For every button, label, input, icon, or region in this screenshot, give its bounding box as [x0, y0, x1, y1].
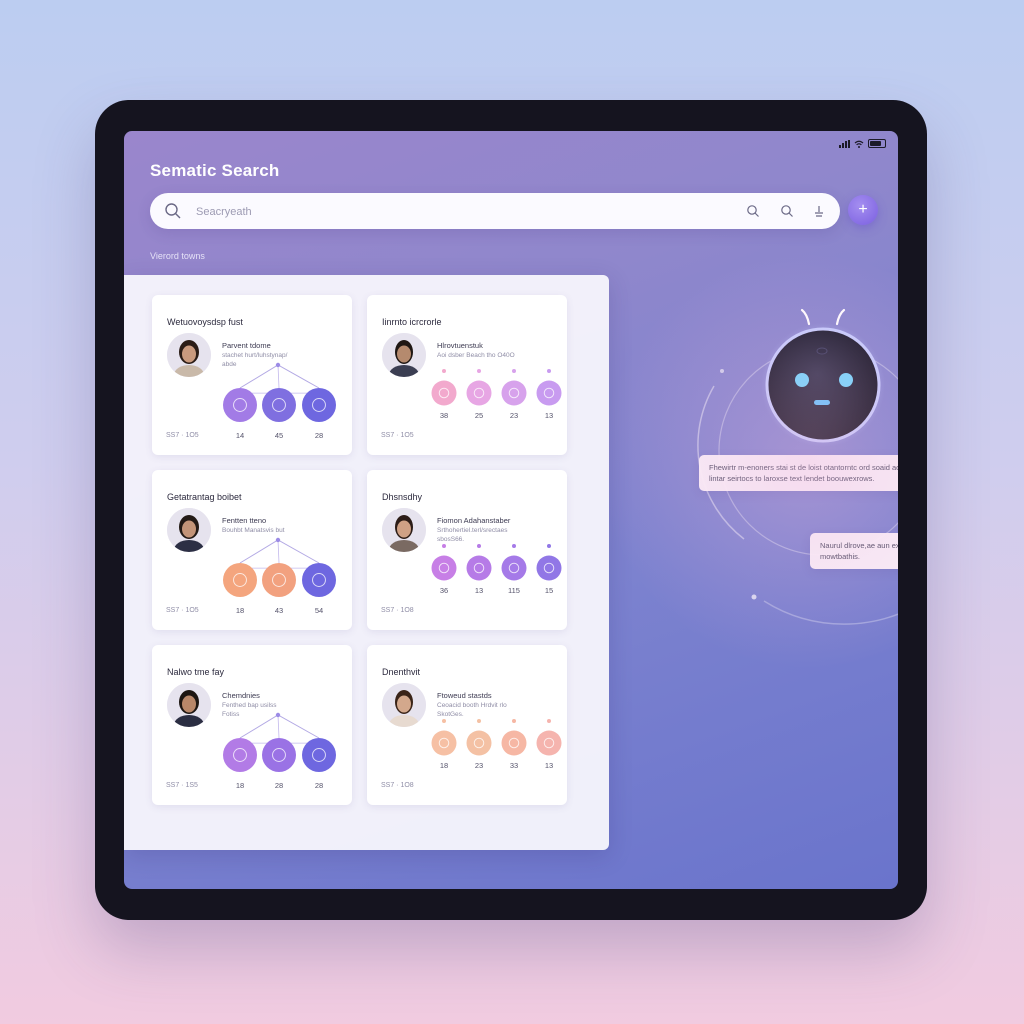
- assistant-reply: Naurul dlrove,ae aun exnd mowtbathis.: [810, 533, 898, 569]
- robot-assistant[interactable]: [124, 131, 898, 889]
- assistant-message-text: Fhewirtr m-enoners stai st de loist otan…: [709, 463, 898, 483]
- assistant-reply-text: Naurul dlrove,ae aun exnd mowtbathis.: [820, 541, 898, 561]
- app-screen: Sematic Search + Vierord towns Wetuovoys…: [124, 131, 898, 889]
- assistant-message: Fhewirtr m-enoners stai st de loist otan…: [699, 455, 898, 491]
